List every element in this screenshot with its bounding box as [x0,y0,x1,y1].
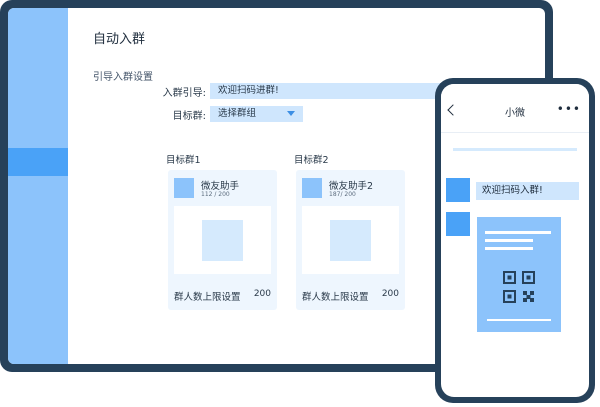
target-group-select[interactable]: 选择群组 [210,106,303,122]
phone-header: 小微 ••• [441,84,589,133]
group-2-limit-label: 群人数上限设置 [302,292,369,303]
page-title: 自动入群 [93,32,146,47]
qr-poster-message[interactable] [477,217,561,332]
greeting-input[interactable]: 欢迎扫码进群! [210,83,450,99]
group-2-member-count: 187/ 200 [329,191,356,198]
poster-text-line [485,247,533,250]
poster-text-line [485,239,533,242]
caret-down-icon [287,111,295,116]
sidebar-item-auto-join[interactable] [8,148,68,176]
target-group-label: 目标群: [172,111,206,122]
group-2-avatar [302,178,322,198]
sidebar [8,8,68,364]
poster-text-line [485,231,551,234]
group-1-header: 目标群1 [166,155,201,166]
group-2-name: 微友助手2 [329,181,374,192]
group-1-qr-panel[interactable] [174,206,271,274]
group-1-name: 微友助手 [201,181,240,192]
group-1-avatar [174,178,194,198]
group-1-member-count: 112 / 200 [201,191,230,198]
group-card-2[interactable]: 微友助手2 187/ 200 群人数上限设置 200 [296,170,405,310]
qr-code-icon [503,271,535,303]
group-1-limit-label: 群人数上限设置 [174,292,241,303]
group-2-header: 目标群2 [294,155,329,166]
phone-screen: 小微 ••• 欢迎扫码入群! [441,84,589,397]
greeting-label: 入群引导: [162,88,206,99]
phone-device-frame: 小微 ••• 欢迎扫码入群! [435,78,595,403]
target-group-select-value: 选择群组 [218,108,257,119]
poster-footer-line [487,319,551,321]
chat-divider [453,148,577,151]
sender-avatar-2 [446,212,470,236]
more-dots-icon[interactable]: ••• [557,103,581,115]
section-title: 引导入群设置 [93,72,153,83]
sender-avatar [446,178,470,202]
group-card-1[interactable]: 微友助手 112 / 200 群人数上限设置 200 [168,170,277,310]
group-1-qr-placeholder [202,220,243,261]
group-2-limit-value[interactable]: 200 [382,289,399,299]
group-2-qr-placeholder [330,220,371,261]
group-2-qr-panel[interactable] [302,206,399,274]
group-1-limit-value[interactable]: 200 [254,289,271,299]
chat-message-bubble: 欢迎扫码入群! [476,182,579,200]
